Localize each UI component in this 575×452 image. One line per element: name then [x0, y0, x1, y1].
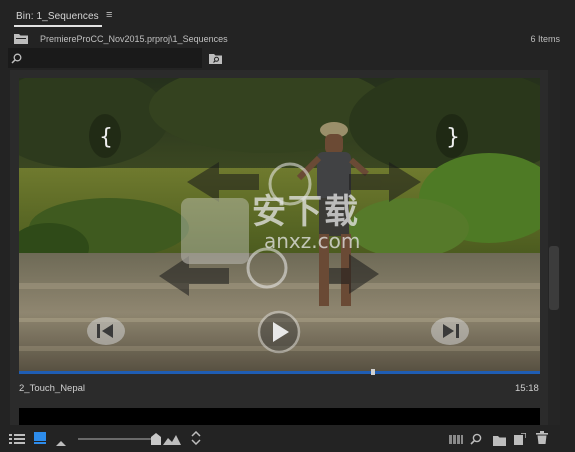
item-count: 6 Items [530, 34, 560, 44]
watermark-cn-text: 安下载 [252, 192, 360, 232]
search-icon [11, 51, 22, 64]
svg-text:{: { [99, 125, 113, 150]
next-clip-thumbnail[interactable] [19, 408, 540, 425]
watermark-url-text: anxz.com [264, 229, 361, 253]
bin-folder-icon[interactable] [14, 31, 28, 44]
icon-view-icon[interactable] [33, 431, 47, 450]
scrollbar-thumb[interactable] [549, 246, 559, 310]
zoom-out-icon[interactable] [56, 434, 66, 452]
bin-toolbar [0, 428, 575, 451]
clip-duration: 15:18 [515, 383, 539, 394]
sort-icons-icon[interactable] [191, 430, 201, 450]
clear-trash-icon[interactable] [536, 431, 548, 449]
clip-playhead[interactable] [371, 369, 376, 375]
search-input[interactable] [8, 48, 202, 68]
find-icon[interactable] [470, 432, 482, 450]
prev-thumb-arrow-icon: { [89, 114, 121, 158]
list-view-icon[interactable] [9, 432, 25, 450]
panel-menu-icon[interactable]: ≡ [106, 9, 112, 21]
svg-text:}: } [446, 125, 460, 150]
new-search-bin-icon[interactable] [209, 51, 222, 64]
zoom-in-icon[interactable] [163, 432, 181, 450]
zoom-slider-handle[interactable] [151, 432, 161, 450]
bin-tab-title[interactable]: Bin: 1_Sequences [16, 11, 99, 22]
new-bin-icon[interactable] [493, 433, 506, 451]
step-back-button[interactable] [86, 316, 126, 346]
new-item-icon[interactable] [514, 432, 527, 450]
active-tab-indicator [14, 25, 102, 27]
next-thumb-arrow-icon: } [436, 114, 468, 158]
clip-progress-bar[interactable] [19, 371, 540, 374]
step-forward-button[interactable] [430, 316, 470, 346]
clip-name[interactable]: 2_Touch_Nepal [19, 383, 85, 394]
watermark-logo: 安下载 anxz.com [252, 184, 412, 254]
bin-path: PremiereProCC_Nov2015.prproj\1_Sequences [40, 34, 228, 44]
automate-to-sequence-icon[interactable] [449, 432, 463, 450]
zoom-slider-track[interactable] [78, 438, 158, 440]
play-button[interactable] [256, 310, 302, 354]
